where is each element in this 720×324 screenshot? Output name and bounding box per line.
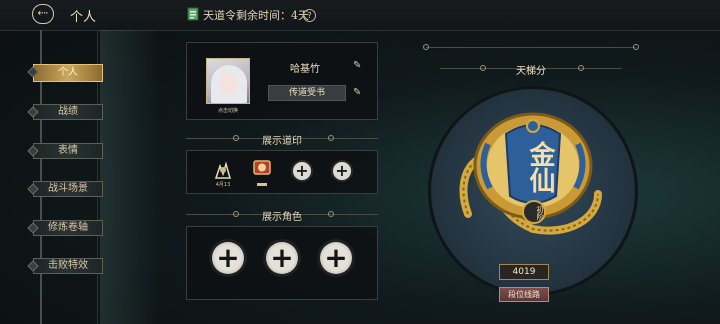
add-seal-button[interactable]: +: [293, 162, 311, 180]
avatar-caption: 点击切换: [217, 108, 238, 114]
avatar[interactable]: [206, 58, 250, 104]
edit-name-icon[interactable]: ✎: [353, 61, 363, 71]
divider-dot: [233, 211, 239, 217]
top-bar: ⇠ 个人 天道令剩余时间：4天 ?: [0, 0, 720, 31]
player-name: 哈基竹: [290, 64, 320, 75]
rank-score: 4019: [499, 264, 549, 280]
help-icon[interactable]: ?: [303, 9, 316, 22]
seal-2-icon[interactable]: [251, 158, 273, 180]
pass-timer-text: 天道令剩余时间：4天: [203, 9, 309, 22]
back-arrow-icon[interactable]: ⇠: [32, 4, 54, 24]
nav-item-battle-scene[interactable]: 战斗场景: [33, 181, 103, 197]
rank-section-title: 天梯分: [516, 66, 546, 77]
nav-item-personal[interactable]: 个人: [33, 64, 103, 82]
rank-emblem-sub: 初阶: [536, 206, 544, 220]
nav-item-cultivation-scroll[interactable]: 修炼卷轴: [33, 220, 103, 236]
token-icon: [187, 7, 199, 21]
nav-glow: [100, 30, 160, 324]
divider-dot: [578, 65, 584, 71]
divider: [426, 47, 636, 48]
role-section-title: 展示角色: [262, 212, 302, 223]
divider-dot: [633, 44, 639, 50]
nav-item-defeat-effect[interactable]: 击败特效: [33, 258, 103, 274]
add-role-button[interactable]: +: [320, 242, 352, 274]
rank-route-button[interactable]: 段位线路: [499, 287, 549, 302]
seal-section-title: 展示道印: [262, 136, 302, 147]
edit-title-icon[interactable]: ✎: [353, 88, 363, 98]
page-title: 个人: [70, 10, 97, 25]
add-seal-button[interactable]: +: [333, 162, 351, 180]
divider-dot: [233, 135, 239, 141]
add-role-button[interactable]: +: [266, 242, 298, 274]
divider-dot: [328, 135, 334, 141]
seal-2-underline: [257, 183, 267, 186]
rank-emblem-text: 金仙: [525, 141, 555, 193]
add-role-button[interactable]: +: [212, 242, 244, 274]
seal-1-icon[interactable]: [212, 160, 234, 182]
divider-dot: [480, 65, 486, 71]
nav-item-emotes[interactable]: 表情: [33, 143, 103, 159]
divider-dot: [328, 211, 334, 217]
player-title-badge[interactable]: 传道受书: [268, 85, 346, 101]
seal-1-label: 4月13: [215, 182, 231, 188]
divider-dot: [423, 44, 429, 50]
nav-item-record[interactable]: 战绩: [33, 104, 103, 120]
